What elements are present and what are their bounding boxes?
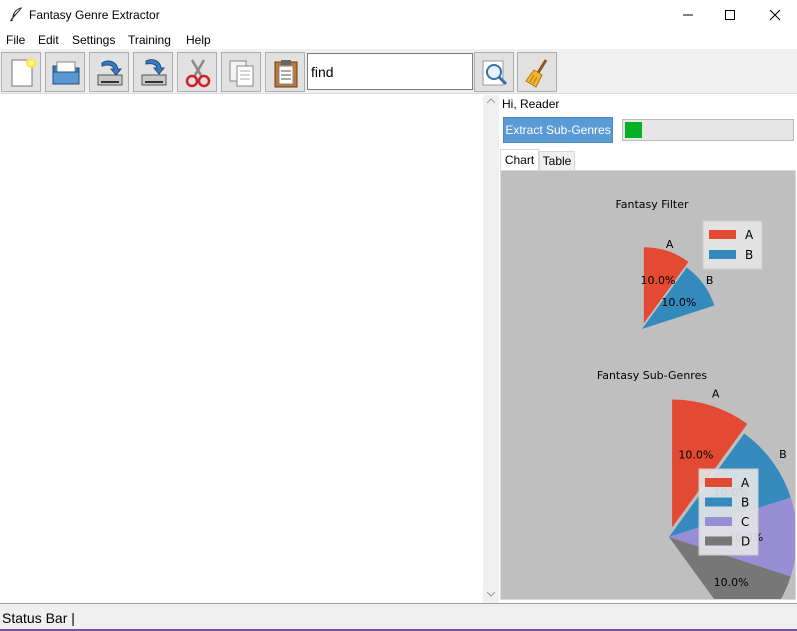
open-folder-button[interactable] (45, 52, 85, 92)
menu-file[interactable]: File (6, 33, 25, 47)
menu-bar: File Edit Settings Training Help (0, 30, 797, 49)
open-folder-icon (52, 61, 80, 85)
copy-button[interactable] (221, 52, 261, 92)
load-button[interactable] (89, 52, 129, 92)
extract-sub-genres-button[interactable]: Extract Sub-Genres (503, 117, 613, 143)
chart-title: Fantasy Filter (615, 198, 689, 211)
slice-value-a: 10.0% (640, 274, 675, 287)
slice-label-b: B (779, 448, 787, 461)
legend-swatch-c (705, 517, 732, 526)
legend-swatch-d (705, 536, 732, 546)
tab-chart[interactable]: Chart (500, 149, 539, 170)
close-icon (769, 9, 781, 21)
legend-label-d: D (741, 535, 750, 549)
text-area[interactable] (0, 95, 483, 603)
menu-edit[interactable]: Edit (38, 33, 59, 47)
minimize-icon (683, 14, 693, 16)
progress-bar (622, 119, 794, 141)
menu-settings[interactable]: Settings (72, 33, 115, 47)
slice-label-b: B (706, 274, 714, 287)
slice-label-a: A (666, 238, 674, 251)
greeting-label: Hi, Reader (502, 97, 560, 111)
menu-help[interactable]: Help (186, 33, 211, 47)
new-file-button[interactable] (1, 52, 41, 92)
legend-label-a: A (745, 228, 754, 242)
close-button[interactable] (752, 0, 797, 30)
legend-swatch-b (705, 497, 732, 507)
status-text: Status Bar | (2, 610, 75, 626)
title-bar: Fantasy Genre Extractor (0, 0, 797, 30)
legend-swatch-a (705, 478, 732, 487)
search-button[interactable] (474, 52, 514, 92)
load-drive-icon (97, 60, 123, 86)
cut-button[interactable] (177, 52, 217, 92)
legend-swatch-a (709, 230, 736, 239)
menu-training[interactable]: Training (128, 33, 171, 47)
legend-label-a: A (741, 476, 750, 490)
paste-button[interactable] (265, 52, 305, 92)
search-input[interactable] (307, 53, 473, 90)
feather-pen-icon (9, 7, 22, 22)
copy-icon (229, 60, 254, 87)
save-button[interactable] (133, 52, 173, 92)
chart-panel: Fantasy Filter A 10.0% B 10.0% A B Fantasy Sub-… (500, 170, 796, 600)
tab-table[interactable]: Table (539, 151, 575, 170)
slice-value-d: 10.0% (714, 576, 749, 589)
legend-label-c: C (741, 515, 749, 529)
slice-value-b: 10.0% (661, 296, 696, 309)
vertical-scrollbar[interactable] (483, 95, 499, 603)
maximize-icon (725, 10, 735, 20)
progress-fill (625, 122, 642, 138)
slice-value-a: 10.0% (678, 448, 713, 461)
scroll-down-icon[interactable] (487, 591, 495, 597)
scroll-up-icon[interactable] (487, 98, 495, 104)
legend-label-b: B (741, 496, 749, 510)
broom-icon (525, 59, 548, 88)
clear-button[interactable] (517, 52, 557, 92)
slice-label-a: A (712, 388, 720, 401)
chart-title: Fantasy Sub-Genres (597, 369, 707, 382)
charts-canvas: Fantasy FilterA10.0% B10.0%ABFantasy Sub-… (597, 198, 795, 599)
clipboard-icon (274, 60, 298, 88)
scissors-icon (185, 59, 211, 88)
new-file-icon (11, 58, 36, 87)
maximize-button[interactable] (707, 0, 753, 30)
window-title: Fantasy Genre Extractor (29, 8, 160, 22)
minimize-button[interactable] (665, 0, 711, 30)
magnifier-icon (482, 60, 508, 86)
legend-label-b: B (745, 248, 753, 262)
save-drive-icon (141, 59, 167, 86)
legend-swatch-b (709, 250, 736, 259)
toolbar (0, 49, 797, 94)
status-bar: Status Bar | (0, 603, 797, 631)
